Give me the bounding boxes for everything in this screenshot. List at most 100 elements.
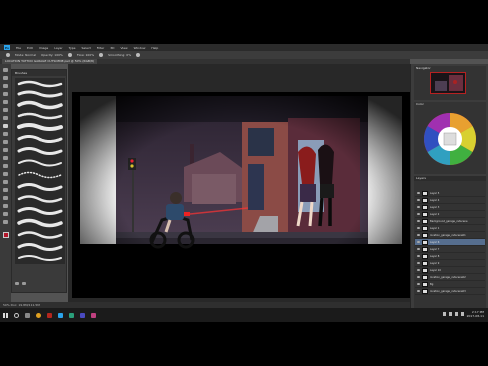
marquee-tool-icon[interactable] bbox=[3, 76, 8, 80]
path-select-icon[interactable] bbox=[3, 196, 8, 200]
pen-tool-icon[interactable] bbox=[3, 180, 8, 184]
layer-row[interactable]: Layer 3 bbox=[415, 204, 485, 211]
menu-edit[interactable]: Edit bbox=[27, 46, 33, 50]
navigator-thumbnail[interactable] bbox=[430, 72, 466, 94]
type-tool-icon[interactable] bbox=[3, 188, 8, 192]
eye-icon[interactable] bbox=[417, 283, 420, 285]
shape-tool-icon[interactable] bbox=[3, 204, 8, 208]
system-tray[interactable] bbox=[443, 312, 464, 316]
task-view-icon[interactable] bbox=[25, 312, 30, 318]
move-tool-icon[interactable] bbox=[3, 68, 8, 72]
eye-icon[interactable] bbox=[417, 248, 420, 250]
history-brush-icon[interactable] bbox=[3, 140, 8, 144]
menu-window[interactable]: Window bbox=[134, 46, 146, 50]
flow-option[interactable]: Flow: 100% bbox=[77, 53, 94, 57]
settings-gear-icon[interactable] bbox=[136, 53, 141, 57]
airbrush-icon[interactable] bbox=[99, 53, 104, 57]
eye-icon[interactable] bbox=[417, 276, 420, 278]
delete-brush-icon[interactable] bbox=[22, 281, 26, 285]
layer-thumbnail bbox=[422, 246, 428, 252]
eye-icon[interactable] bbox=[417, 192, 420, 194]
tools-panel bbox=[0, 64, 11, 314]
menu-help[interactable]: Help bbox=[151, 46, 158, 50]
brush-preset-icon[interactable] bbox=[6, 53, 10, 57]
layer-name: Layer 3 bbox=[430, 205, 440, 209]
layer-row[interactable]: Bg bbox=[415, 281, 485, 288]
search-icon[interactable] bbox=[14, 312, 19, 318]
menu-view[interactable]: View bbox=[120, 46, 127, 50]
layer-row[interactable]: Layer 1 bbox=[415, 225, 485, 232]
layer-name: Background_garage_cutscene bbox=[430, 219, 468, 223]
healing-tool-icon[interactable] bbox=[3, 116, 8, 120]
layer-row[interactable]: Background_garage_cutscene bbox=[415, 218, 485, 225]
navigator-panel: Navigator bbox=[414, 66, 486, 100]
stamp-tool-icon[interactable] bbox=[3, 132, 8, 136]
layer-name: Layer 6 bbox=[430, 240, 440, 244]
eye-icon[interactable] bbox=[417, 269, 420, 271]
eye-icon[interactable] bbox=[417, 262, 420, 264]
layer-row[interactable]: Layer 9 bbox=[415, 260, 485, 267]
quick-select-tool-icon[interactable] bbox=[3, 92, 8, 96]
brush-tool-icon[interactable] bbox=[3, 124, 8, 128]
hand-tool-icon[interactable] bbox=[3, 212, 8, 216]
app-icon[interactable] bbox=[47, 312, 52, 318]
dodge-tool-icon[interactable] bbox=[3, 172, 8, 176]
eye-icon[interactable] bbox=[417, 206, 420, 208]
mode-option[interactable]: Mode: Normal bbox=[15, 53, 36, 57]
layer-thumbnail bbox=[422, 288, 428, 294]
layer-row[interactable]: location_garage_cutscene03 bbox=[415, 288, 485, 295]
layer-thumbnail bbox=[422, 267, 428, 273]
eraser-tool-icon[interactable] bbox=[3, 148, 8, 152]
layer-row[interactable]: location_garage_cutscene01 bbox=[415, 232, 485, 239]
lasso-tool-icon[interactable] bbox=[3, 84, 8, 88]
layer-name: Layer 9 bbox=[430, 261, 440, 265]
eye-icon[interactable] bbox=[417, 241, 420, 243]
menu-layer[interactable]: Layer bbox=[54, 46, 62, 50]
eye-icon[interactable] bbox=[417, 290, 420, 292]
zoom-tool-icon[interactable] bbox=[3, 220, 8, 224]
blur-tool-icon[interactable] bbox=[3, 164, 8, 168]
eye-icon[interactable] bbox=[417, 199, 420, 201]
gradient-tool-icon[interactable] bbox=[3, 156, 8, 160]
crop-tool-icon[interactable] bbox=[3, 100, 8, 104]
layer-row[interactable]: Layer 5 bbox=[415, 190, 485, 197]
brush-panel-title: Brushes bbox=[12, 70, 66, 76]
menu-file[interactable]: File bbox=[16, 46, 21, 50]
right-panels: Navigator Color Layers Layer 5 Layer 4 L… bbox=[410, 64, 488, 322]
windows-start-icon[interactable] bbox=[3, 312, 8, 318]
menu-image[interactable]: Image bbox=[39, 46, 48, 50]
eye-icon[interactable] bbox=[417, 220, 420, 222]
smoothing-option[interactable]: Smoothing: 0% bbox=[108, 53, 131, 57]
menu-filter[interactable]: Filter bbox=[97, 46, 104, 50]
pressure-opacity-icon[interactable] bbox=[67, 53, 72, 57]
menu-select[interactable]: Select bbox=[82, 46, 91, 50]
app-icon[interactable] bbox=[91, 312, 96, 318]
new-brush-icon[interactable] bbox=[15, 281, 19, 285]
zoom-level[interactable]: 50% bbox=[3, 303, 10, 307]
artwork-canvas[interactable] bbox=[72, 92, 410, 298]
layer-row-selected[interactable]: Layer 6 bbox=[415, 239, 485, 246]
opacity-option[interactable]: Opacity: 100% bbox=[41, 53, 63, 57]
color-wheel[interactable] bbox=[414, 107, 486, 169]
menu-type[interactable]: Type bbox=[69, 46, 76, 50]
taskbar-clock[interactable]: 2:17 PM 2017-08-11 bbox=[467, 310, 484, 318]
eye-icon[interactable] bbox=[417, 213, 420, 215]
photoshop-taskbar-icon[interactable] bbox=[58, 312, 63, 318]
eye-icon[interactable] bbox=[417, 227, 420, 229]
eyedropper-tool-icon[interactable] bbox=[3, 108, 8, 112]
eye-icon[interactable] bbox=[417, 234, 420, 236]
layer-row[interactable]: Layer 2 bbox=[415, 211, 485, 218]
brush-preset-list[interactable] bbox=[15, 78, 65, 264]
chrome-icon[interactable] bbox=[36, 312, 41, 318]
app-icon[interactable] bbox=[80, 312, 85, 318]
layer-row[interactable]: Layer 8 bbox=[415, 253, 485, 260]
app-icon[interactable] bbox=[69, 312, 74, 318]
foreground-color-swatch[interactable] bbox=[2, 232, 9, 238]
canvas-area[interactable] bbox=[68, 64, 410, 314]
layer-row[interactable]: Layer 4 bbox=[415, 197, 485, 204]
layer-row[interactable]: Layer 10 bbox=[415, 267, 485, 274]
eye-icon[interactable] bbox=[417, 255, 420, 257]
menu-3d[interactable]: 3D bbox=[110, 46, 114, 50]
layer-row[interactable]: Layer 7 bbox=[415, 246, 485, 253]
layer-row[interactable]: location_garage_cutscene02 bbox=[415, 274, 485, 281]
